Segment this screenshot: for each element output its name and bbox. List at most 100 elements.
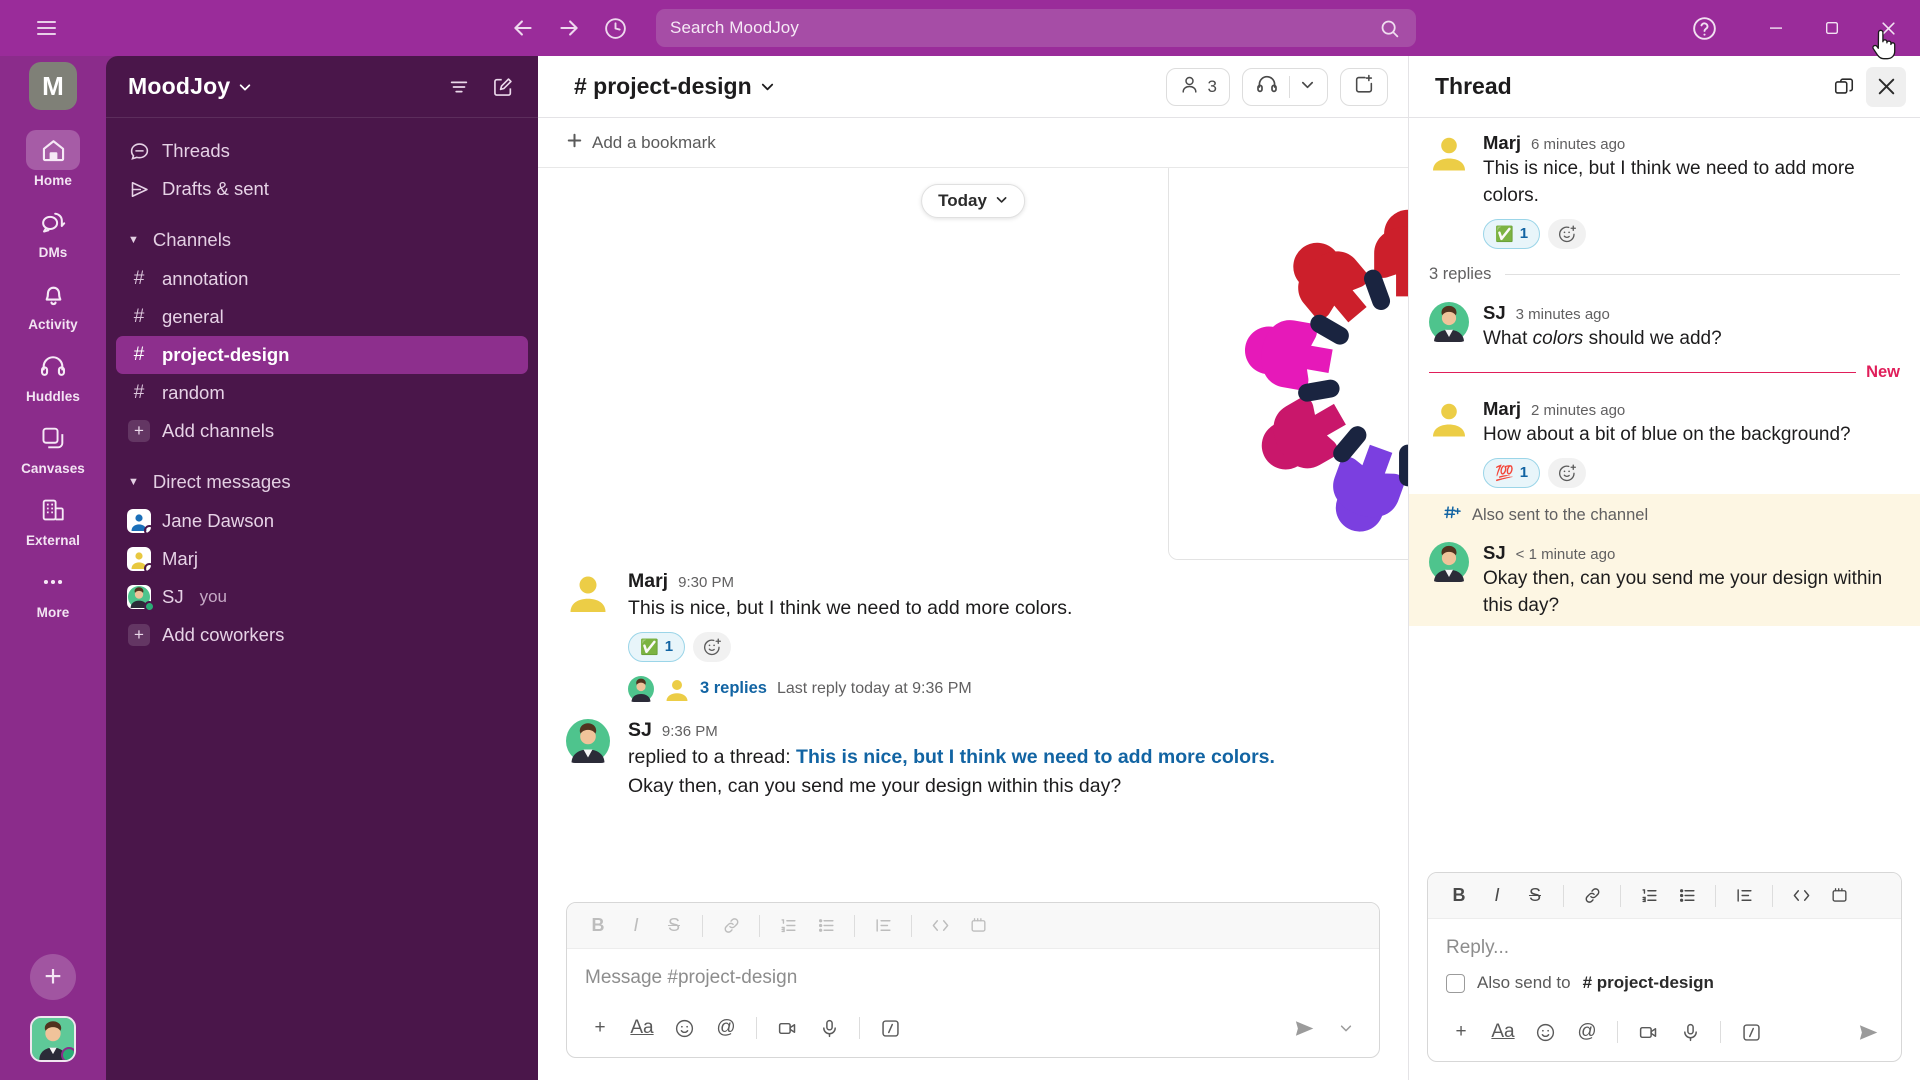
checkbox-unchecked-icon[interactable]	[1446, 973, 1465, 993]
thread-message-author[interactable]: Marj	[1483, 132, 1521, 154]
code-icon[interactable]	[923, 909, 957, 943]
blockquote-icon[interactable]	[1727, 879, 1761, 913]
message-author[interactable]: SJ	[628, 719, 652, 742]
microphone-icon[interactable]	[810, 1009, 848, 1047]
message-attachment-image[interactable]	[1168, 168, 1408, 560]
thread-summary-button[interactable]: 3 replies Last reply today at 9:36 PM	[628, 673, 980, 705]
blockquote-icon[interactable]	[866, 909, 900, 943]
date-separator-chip[interactable]: Today	[921, 184, 1025, 218]
sidebar-item-dm-marj[interactable]: Marj	[116, 540, 528, 578]
channel-title[interactable]: # project-design	[566, 69, 783, 104]
sidebar-section-direct-messages[interactable]: ▼ Direct messages	[116, 462, 528, 502]
new-canvas-button[interactable]	[1340, 67, 1388, 106]
workspace-badge[interactable]: M	[29, 62, 77, 110]
send-plane-icon[interactable]	[1849, 1013, 1887, 1051]
arrow-back-icon[interactable]	[504, 9, 542, 47]
thread-reply-row[interactable]: Marj 2 minutes ago How about a bit of bl…	[1409, 384, 1920, 494]
thread-reply-row[interactable]: SJ 3 minutes ago What colors should we a…	[1409, 288, 1920, 359]
add-bookmark-button[interactable]: Add a bookmark	[538, 118, 1408, 168]
add-reaction-icon[interactable]	[1548, 457, 1587, 488]
search-input[interactable]: Search MoodJoy	[656, 9, 1416, 47]
ordered-list-icon[interactable]	[1632, 879, 1666, 913]
slash-command-icon[interactable]	[871, 1009, 909, 1047]
sidebar-item-add-coworkers[interactable]: + Add coworkers	[116, 616, 528, 654]
plus-icon[interactable]: +	[1442, 1013, 1480, 1051]
avatar[interactable]	[1429, 541, 1469, 582]
code-block-icon[interactable]	[961, 909, 995, 943]
thread-message-list[interactable]: Marj 6 minutes ago This is nice, but I t…	[1409, 118, 1920, 860]
avatar[interactable]	[566, 718, 610, 763]
message-row[interactable]: Marj 9:30 PM This is nice, but I think w…	[538, 560, 1408, 709]
text-format-icon[interactable]: Aa	[1484, 1013, 1522, 1051]
sidebar-item-channel-project-design[interactable]: # project-design	[116, 336, 528, 374]
message-input[interactable]: Message #project-design	[567, 949, 1379, 999]
thread-message-author[interactable]: SJ	[1483, 542, 1506, 564]
microphone-icon[interactable]	[1671, 1013, 1709, 1051]
bold-icon[interactable]: B	[1442, 879, 1476, 913]
thread-reply-row[interactable]: SJ < 1 minute ago Okay then, can you sen…	[1409, 527, 1920, 626]
link-icon[interactable]	[714, 909, 748, 943]
rail-item-more[interactable]: More	[16, 562, 90, 620]
huddle-button[interactable]	[1242, 67, 1328, 106]
sidebar-item-channel-annotation[interactable]: # annotation	[116, 260, 528, 298]
avatar[interactable]	[1429, 301, 1469, 342]
compose-pencil-icon[interactable]	[484, 68, 522, 106]
bold-icon[interactable]: B	[581, 909, 615, 943]
link-icon[interactable]	[1575, 879, 1609, 913]
open-in-split-view-icon[interactable]	[1824, 67, 1864, 107]
reaction-hundred-points[interactable]: 💯 1	[1483, 457, 1541, 488]
message-author[interactable]: Marj	[628, 570, 668, 593]
close-x-icon[interactable]	[1866, 66, 1906, 107]
hamburger-menu-icon[interactable]	[24, 6, 68, 50]
mention-icon[interactable]: @	[707, 1009, 745, 1047]
message-row[interactable]: SJ 9:36 PM replied to a thread: This is …	[538, 709, 1408, 805]
window-minimize-icon[interactable]	[1748, 0, 1804, 56]
thread-message-author[interactable]: SJ	[1483, 302, 1506, 324]
emoji-icon[interactable]	[665, 1009, 703, 1047]
plus-icon[interactable]: +	[581, 1009, 619, 1047]
clock-history-icon[interactable]	[596, 9, 634, 47]
sidebar-item-add-channels[interactable]: + Add channels	[116, 412, 528, 450]
filter-lines-icon[interactable]	[440, 68, 478, 106]
video-icon[interactable]	[1629, 1013, 1667, 1051]
arrow-forward-icon[interactable]	[550, 9, 588, 47]
sidebar-item-channel-general[interactable]: # general	[116, 298, 528, 336]
window-maximize-icon[interactable]	[1804, 0, 1860, 56]
mention-icon[interactable]: @	[1568, 1013, 1606, 1051]
sidebar-section-channels[interactable]: ▼ Channels	[116, 220, 528, 260]
reply-quote-link[interactable]: This is nice, but I think we need to add…	[796, 746, 1275, 768]
avatar[interactable]	[1429, 132, 1469, 172]
text-format-icon[interactable]: Aa	[623, 1009, 661, 1047]
add-reaction-icon[interactable]	[693, 631, 732, 662]
message-timestamp[interactable]: 9:36 PM	[662, 723, 718, 740]
sidebar-item-drafts-and-sent[interactable]: Drafts & sent	[116, 170, 528, 208]
sidebar-item-dm-sj[interactable]: SJ you	[116, 578, 528, 616]
bulleted-list-icon[interactable]	[1670, 879, 1704, 913]
window-close-icon[interactable]	[1860, 0, 1916, 56]
slash-command-icon[interactable]	[1732, 1013, 1770, 1051]
new-item-plus-icon[interactable]: +	[30, 954, 76, 1000]
thread-root-message[interactable]: Marj 6 minutes ago This is nice, but I t…	[1409, 118, 1920, 255]
add-reaction-icon[interactable]	[1548, 218, 1587, 249]
thread-composer[interactable]: B I S Reply... Also send to # project-de…	[1427, 872, 1902, 1062]
reaction-check-mark[interactable]: ✅ 1	[628, 631, 686, 662]
also-send-to-channel-row[interactable]: Also send to # project-design	[1428, 969, 1901, 1003]
help-circle-icon[interactable]	[1682, 6, 1726, 50]
send-plane-icon[interactable]	[1285, 1009, 1323, 1047]
rail-item-home[interactable]: Home	[16, 130, 90, 188]
strikethrough-icon[interactable]: S	[1518, 879, 1552, 913]
message-list[interactable]: Today Marj 9:30 PM This is nice, but I t…	[538, 168, 1408, 888]
code-block-icon[interactable]	[1822, 879, 1856, 913]
rail-item-external[interactable]: External	[16, 490, 90, 548]
rail-item-canvases[interactable]: Canvases	[16, 418, 90, 476]
message-composer[interactable]: B I S Message #project-design + Aa @	[566, 902, 1380, 1058]
thread-message-author[interactable]: Marj	[1483, 398, 1521, 420]
italic-icon[interactable]: I	[619, 909, 653, 943]
rail-item-huddles[interactable]: Huddles	[16, 346, 90, 404]
rail-item-activity[interactable]: Activity	[16, 274, 90, 332]
video-icon[interactable]	[768, 1009, 806, 1047]
members-button[interactable]: 3	[1165, 67, 1230, 106]
workspace-switcher[interactable]: MoodJoy	[128, 73, 252, 100]
bulleted-list-icon[interactable]	[809, 909, 843, 943]
avatar[interactable]	[1429, 397, 1469, 438]
